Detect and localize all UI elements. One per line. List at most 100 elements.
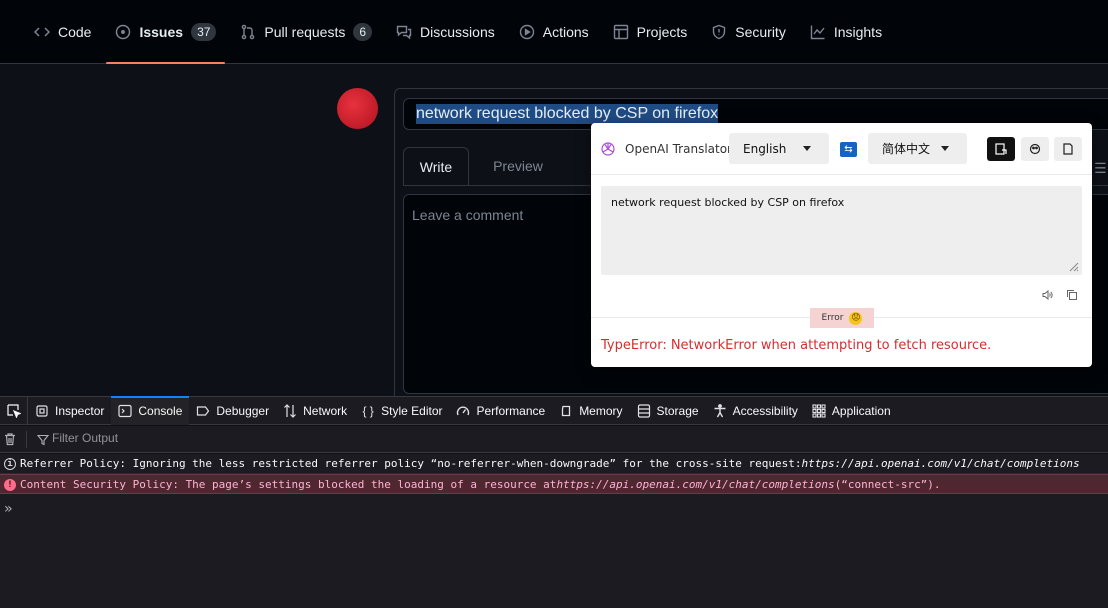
devtools-tab-style-editor[interactable]: { } Style Editor (354, 397, 449, 425)
console-message-url[interactable]: https://api.openai.com/v1/chat/completio… (556, 478, 834, 491)
trash-icon[interactable] (3, 432, 17, 446)
devtools-tab-application[interactable]: Application (805, 397, 898, 425)
copy-icon[interactable] (1066, 289, 1078, 301)
gauge-icon (456, 404, 470, 418)
copy-window-button[interactable] (1054, 137, 1082, 161)
accessibility-icon (713, 403, 727, 418)
tab-label: Projects (636, 24, 688, 40)
tab-write[interactable]: Write (403, 147, 469, 185)
document-icon (1063, 143, 1073, 155)
storage-icon (637, 403, 651, 418)
play-icon (519, 24, 535, 40)
comment-placeholder: Leave a comment (412, 207, 524, 223)
console-message-suffix: (“connect-src”). (834, 477, 941, 491)
avatar[interactable] (337, 88, 378, 129)
devtools-tab-label: Console (138, 403, 183, 418)
pull-request-icon (240, 24, 256, 40)
status-label: Error (821, 313, 844, 323)
memory-icon (559, 404, 573, 418)
translator-input-value: network request blocked by CSP on firefo… (611, 196, 845, 209)
translator-input-text[interactable]: network request blocked by CSP on firefo… (601, 186, 1082, 275)
translator-input-actions (1041, 289, 1078, 301)
braces-icon: { } (362, 403, 374, 418)
devtools-tab-label: Memory (579, 403, 623, 418)
swap-languages-icon[interactable]: ⇆ (840, 142, 857, 157)
repo-nav-bar: Code Issues 37 Pull requests 6 Discussio… (0, 0, 1108, 64)
console-output: i Referrer Policy: Ignoring the less res… (0, 454, 1108, 608)
tab-label: Insights (833, 24, 883, 40)
sad-face-icon: 😟 (849, 311, 863, 325)
chevron-down-icon (941, 146, 949, 151)
tab-discussions[interactable]: Discussions (387, 20, 504, 64)
screenshot-translate-button[interactable] (987, 137, 1015, 161)
console-message-text: Referrer Policy: Ignoring the less restr… (20, 457, 802, 470)
graph-icon (810, 24, 826, 40)
repo-nav-tabs: Code Issues 37 Pull requests 6 Discussio… (25, 20, 897, 64)
filter-output-input[interactable]: Filter Output (52, 431, 118, 445)
devtools-tab-storage[interactable]: Storage (630, 397, 706, 425)
translator-brand: OpenAI Translator (625, 142, 732, 156)
table-icon (613, 24, 629, 40)
console-message-error[interactable]: ! Content Security Policy: The page’s se… (0, 474, 1108, 494)
debugger-icon (196, 404, 210, 418)
editor-tabs: Write Preview (403, 147, 551, 185)
devtools-tab-network[interactable]: Network (276, 397, 354, 425)
network-icon (283, 403, 297, 418)
element-picker-icon[interactable] (0, 396, 28, 425)
console-message-text: Content Security Policy: The page’s sett… (20, 477, 557, 491)
tab-label: Security (735, 24, 786, 40)
tab-insights[interactable]: Insights (801, 20, 891, 64)
translation-error-message: TypeError: NetworkError when attempting … (601, 338, 992, 353)
target-language-select[interactable]: 简体中文 (868, 133, 967, 164)
devtools-tab-label: Debugger (216, 403, 270, 418)
source-language-value: English (743, 141, 787, 156)
devtools-tab-label: Storage (656, 403, 699, 418)
devtools-tab-inspector[interactable]: Inspector (28, 397, 111, 425)
theme-button[interactable] (1021, 137, 1049, 161)
devtools-tab-label: Performance (476, 403, 546, 418)
issues-count-badge: 37 (191, 23, 217, 41)
tab-projects[interactable]: Projects (604, 20, 697, 64)
tab-pull-requests[interactable]: Pull requests 6 (231, 20, 381, 64)
source-language-select[interactable]: English (729, 133, 829, 164)
tab-label: Issues (139, 24, 184, 40)
devtools-tab-performance[interactable]: Performance (449, 397, 552, 425)
palette-icon (1029, 143, 1041, 155)
filter-icon (36, 433, 50, 446)
translator-header: OpenAI Translator English ⇆ 简体中文 (591, 123, 1092, 175)
list-icon[interactable]: ☰ (1094, 160, 1107, 177)
tab-security[interactable]: Security (702, 20, 795, 64)
code-icon (34, 24, 50, 40)
devtools-tab-debugger[interactable]: Debugger (189, 397, 276, 425)
console-prompt-icon[interactable]: » (4, 501, 12, 517)
filter-separator (26, 431, 27, 448)
tab-code[interactable]: Code (25, 20, 100, 64)
tab-actions[interactable]: Actions (510, 20, 598, 64)
tab-preview[interactable]: Preview (485, 147, 551, 185)
error-icon: ! (4, 479, 16, 491)
target-language-value: 简体中文 (882, 142, 931, 156)
tab-label: Actions (542, 24, 589, 40)
pull-requests-count-badge: 6 (353, 23, 373, 41)
console-message-info[interactable]: i Referrer Policy: Ignoring the less res… (0, 454, 1108, 474)
devtools-tab-accessibility[interactable]: Accessibility (706, 397, 805, 425)
devtools-tab-label: Style Editor (381, 403, 443, 418)
tab-issues[interactable]: Issues 37 (106, 20, 226, 64)
console-message-url[interactable]: https://api.openai.com/v1/chat/completio… (801, 457, 1079, 470)
inspector-icon (35, 404, 49, 418)
devtools-tab-label: Application (831, 403, 891, 418)
status-badge: Error 😟 (810, 308, 874, 328)
console-icon (118, 404, 132, 418)
tab-label: Code (58, 24, 92, 40)
openai-logo-icon (600, 141, 616, 157)
devtools-tab-memory[interactable]: Memory (552, 397, 629, 425)
issue-title-value: network request blocked by CSP on firefo… (416, 104, 719, 124)
resize-handle-icon[interactable] (1067, 260, 1079, 272)
shield-icon (711, 24, 727, 40)
devtools-tab-label: Accessibility (732, 403, 798, 418)
console-filter-bar: Filter Output (0, 426, 1108, 453)
tab-label: Discussions (420, 24, 495, 40)
devtools-tab-console[interactable]: Console (111, 395, 190, 425)
speaker-icon[interactable] (1041, 289, 1053, 301)
issue-icon (115, 24, 131, 40)
